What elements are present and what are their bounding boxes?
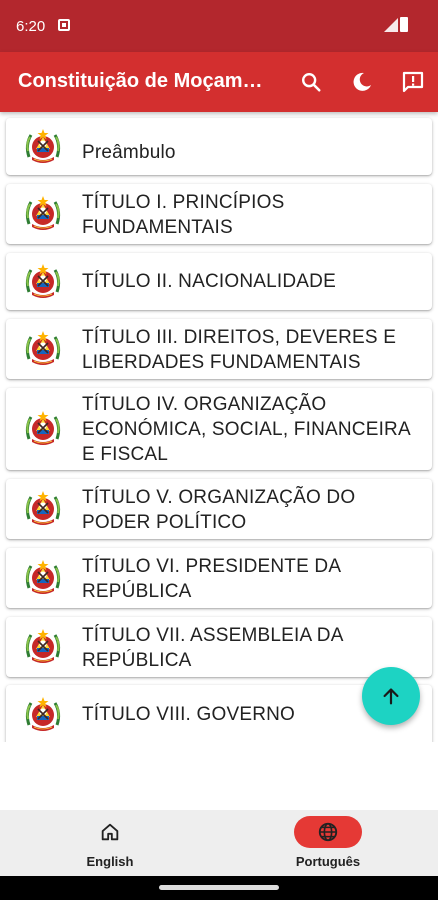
home-gesture-handle[interactable] [159,885,279,890]
emblem-icon [23,558,63,598]
list-item-label: TÍTULO VI. PRESIDENTE DA REPÚBLICA [82,556,341,602]
battery-icon [400,17,408,32]
list-item-titulo-2[interactable]: TÍTULO II. NACIONALIDADE [6,253,432,310]
status-bar: 6:20 [0,0,438,52]
system-gesture-bar [0,876,438,900]
app-title: Constituição de Moçambique [18,70,266,92]
bottom-navigation: English Português [0,810,438,876]
emblem-icon [23,329,63,369]
nav-portugues[interactable]: Português [258,810,398,876]
list-item-label: Preâmbulo [82,142,176,163]
nav-label: English [86,854,134,869]
list-item-label: TÍTULO III. DIREITOS, DEVERES E LIBERDAD… [82,327,397,373]
list-item-preambulo[interactable]: Preâmbulo [6,118,432,175]
scroll-to-top-button[interactable] [362,667,420,725]
list-item-label: TÍTULO II. NACIONALIDADE [82,271,336,292]
list-item-label: TÍTULO IV. ORGANIZAÇÃO ECONÓMICA, SOCIAL… [82,394,410,465]
search-icon[interactable] [297,68,325,96]
emblem-icon [23,409,63,449]
emblem-icon [23,262,63,302]
signal-icon [384,18,398,32]
emblem-icon [23,127,63,167]
emblem-icon [23,627,63,667]
emblem-icon [23,194,63,234]
list-item-titulo-5[interactable]: TÍTULO V. ORGANIZAÇÃO DO PODER POLÍTICO [6,479,432,539]
list-item-titulo-7[interactable]: TÍTULO VII. ASSEMBLEIA DA REPÚBLICA [6,617,432,677]
home-icon [101,823,119,841]
emblem-icon [23,695,63,735]
globe-icon [318,822,338,842]
list-item-label: TÍTULO VII. ASSEMBLEIA DA REPÚBLICA [82,625,343,671]
list-item-titulo-6[interactable]: TÍTULO VI. PRESIDENTE DA REPÚBLICA [6,548,432,608]
notification-icon [58,19,70,31]
nav-pill-active [294,816,362,848]
emblem-icon [23,489,63,529]
nav-label: Português [295,854,361,869]
list-item-titulo-1[interactable]: TÍTULO I. PRINCÍPIOS FUNDAMENTAIS [6,184,432,244]
feedback-icon[interactable] [399,68,427,96]
moon-icon[interactable] [348,68,376,96]
list-item-label: TÍTULO I. PRINCÍPIOS FUNDAMENTAIS [82,192,285,238]
list-item-titulo-4[interactable]: TÍTULO IV. ORGANIZAÇÃO ECONÓMICA, SOCIAL… [6,388,432,470]
nav-english[interactable]: English [40,810,180,876]
status-time: 6:20 [16,18,46,35]
list-item-label: TÍTULO V. ORGANIZAÇÃO DO PODER POLÍTICO [82,487,356,533]
arrow-up-icon [383,688,399,705]
nav-pill [76,816,144,848]
list-item-titulo-3[interactable]: TÍTULO III. DIREITOS, DEVERES E LIBERDAD… [6,319,432,379]
title-list: Preâmbulo TÍTULO I. PRINCÍPIOS FUNDAMENT… [0,112,438,742]
app-bar: Constituição de Moçambique [0,52,438,112]
